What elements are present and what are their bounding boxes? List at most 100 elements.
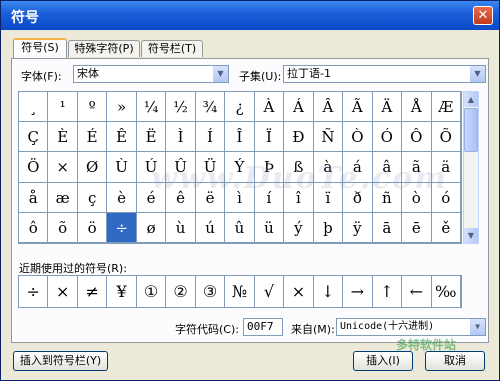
symbol-cell[interactable]: ï xyxy=(313,182,344,213)
recent-symbol-cell[interactable]: ③ xyxy=(196,276,226,307)
symbol-cell[interactable]: Ê xyxy=(107,122,137,153)
symbol-cell[interactable]: Æ xyxy=(431,92,461,123)
symbol-cell[interactable]: Ô xyxy=(402,122,432,153)
font-select[interactable]: 宋体 ▼ xyxy=(73,65,229,83)
symbol-cell[interactable]: » xyxy=(107,92,137,123)
symbol-cell[interactable]: Ë xyxy=(136,122,167,153)
recent-symbol-cell[interactable]: ‰ xyxy=(432,276,461,307)
symbol-cell-selected[interactable]: ÷ xyxy=(107,212,137,243)
symbol-cell[interactable]: ē xyxy=(402,212,432,243)
symbol-cell[interactable]: Ò xyxy=(343,122,373,153)
symbol-cell[interactable]: Í xyxy=(195,122,226,153)
recent-symbol-cell[interactable]: ② xyxy=(166,276,196,307)
chevron-down-icon[interactable]: ▼ xyxy=(470,319,485,335)
symbol-cell[interactable]: Ù xyxy=(107,152,137,183)
grid-scrollbar[interactable]: ▲ ▼ xyxy=(463,91,479,244)
symbol-cell[interactable]: Ð xyxy=(284,122,314,153)
symbol-cell[interactable]: Ü xyxy=(195,152,226,183)
symbol-cell[interactable]: ê xyxy=(166,182,196,213)
symbol-cell[interactable]: ½ xyxy=(166,92,196,123)
symbol-cell[interactable]: ë xyxy=(195,182,226,213)
symbol-cell[interactable]: È xyxy=(48,122,78,153)
recent-symbol-cell[interactable]: ≠ xyxy=(78,276,108,307)
symbol-cell[interactable]: ð xyxy=(343,182,373,213)
symbol-cell[interactable]: û xyxy=(225,212,255,243)
symbol-cell[interactable]: ö xyxy=(77,212,108,243)
symbol-cell[interactable]: â xyxy=(372,152,403,183)
symbol-cell[interactable]: ã xyxy=(402,152,432,183)
recent-symbol-cell[interactable]: ← xyxy=(402,276,432,307)
recent-symbol-cell[interactable]: ÷ xyxy=(19,276,49,307)
symbol-cell[interactable]: î xyxy=(284,182,314,213)
symbol-cell[interactable]: ô xyxy=(19,212,49,243)
symbol-cell[interactable]: ě xyxy=(431,212,461,243)
symbol-cell[interactable]: Ú xyxy=(136,152,167,183)
recent-symbol-cell[interactable]: ↓ xyxy=(314,276,344,307)
symbol-cell[interactable]: ¹ xyxy=(48,92,78,123)
symbol-cell[interactable]: Â xyxy=(313,92,344,123)
symbol-cell[interactable]: Ñ xyxy=(313,122,344,153)
symbol-cell[interactable]: æ xyxy=(48,182,78,213)
symbol-cell[interactable]: í xyxy=(254,182,285,213)
recent-symbol-cell[interactable]: № xyxy=(225,276,255,307)
symbol-cell[interactable]: À xyxy=(254,92,285,123)
tab-symbol-bar[interactable]: 符号栏(T) xyxy=(141,40,203,57)
symbol-cell[interactable]: Þ xyxy=(254,152,285,183)
symbol-cell[interactable]: Ø xyxy=(77,152,108,183)
scroll-down-icon[interactable]: ▼ xyxy=(464,228,478,243)
chevron-down-icon[interactable]: ▼ xyxy=(470,66,485,82)
recent-symbol-cell[interactable]: × xyxy=(48,276,78,307)
tab-symbols[interactable]: 符号(S) xyxy=(13,38,67,58)
symbol-cell[interactable]: ā xyxy=(372,212,403,243)
symbol-cell[interactable]: Ï xyxy=(254,122,285,153)
symbol-cell[interactable]: ä xyxy=(431,152,461,183)
symbol-cell[interactable]: Ç xyxy=(19,122,49,153)
symbol-cell[interactable]: å xyxy=(19,182,49,213)
symbol-cell[interactable]: ¾ xyxy=(195,92,226,123)
symbol-cell[interactable]: ò xyxy=(402,182,432,213)
recent-symbol-cell[interactable]: ① xyxy=(137,276,167,307)
scroll-up-icon[interactable]: ▲ xyxy=(464,92,478,107)
symbol-cell[interactable]: ¸ xyxy=(19,92,49,123)
recent-symbol-cell[interactable]: √ xyxy=(255,276,285,307)
title-bar[interactable]: 符号 ✕ xyxy=(1,1,499,30)
symbol-cell[interactable]: Ì xyxy=(166,122,196,153)
symbol-cell[interactable]: ó xyxy=(431,182,461,213)
symbol-cell[interactable]: × xyxy=(48,152,78,183)
symbol-cell[interactable]: ø xyxy=(136,212,167,243)
symbol-cell[interactable]: ß xyxy=(284,152,314,183)
scroll-thumb[interactable] xyxy=(464,108,478,152)
from-select[interactable]: Unicode(十六进制) ▼ xyxy=(336,318,486,336)
symbol-cell[interactable]: º xyxy=(77,92,108,123)
insert-button[interactable]: 插入(I) xyxy=(353,351,413,371)
symbol-cell[interactable]: ü xyxy=(254,212,285,243)
symbol-cell[interactable]: Ý xyxy=(225,152,255,183)
symbol-cell[interactable]: è xyxy=(107,182,137,213)
symbol-cell[interactable]: Á xyxy=(284,92,314,123)
symbol-cell[interactable]: à xyxy=(313,152,344,183)
symbol-cell[interactable]: ú xyxy=(195,212,226,243)
recent-symbol-cell[interactable]: ¥ xyxy=(107,276,137,307)
symbol-cell[interactable]: ý xyxy=(284,212,314,243)
subset-select[interactable]: 拉丁语-1 ▼ xyxy=(283,65,486,83)
symbol-cell[interactable]: é xyxy=(136,182,167,213)
symbol-cell[interactable]: Ó xyxy=(372,122,403,153)
char-code-input[interactable]: 00F7 xyxy=(243,318,283,336)
symbol-cell[interactable]: Û xyxy=(166,152,196,183)
symbol-cell[interactable]: Õ xyxy=(431,122,461,153)
symbol-cell[interactable]: Ä xyxy=(372,92,403,123)
chevron-down-icon[interactable]: ▼ xyxy=(213,66,228,82)
symbol-cell[interactable]: ì xyxy=(225,182,255,213)
symbol-cell[interactable]: É xyxy=(77,122,108,153)
symbol-cell[interactable]: ñ xyxy=(372,182,403,213)
close-button[interactable]: ✕ xyxy=(473,6,493,25)
recent-symbol-cell[interactable]: ↑ xyxy=(373,276,403,307)
symbol-cell[interactable]: þ xyxy=(313,212,344,243)
recent-symbol-cell[interactable]: × xyxy=(284,276,314,307)
symbol-cell[interactable]: á xyxy=(343,152,373,183)
symbol-cell[interactable]: Å xyxy=(402,92,432,123)
tab-special-characters[interactable]: 特殊字符(P) xyxy=(68,40,140,57)
cancel-button[interactable]: 取消 xyxy=(425,351,485,371)
symbol-cell[interactable]: Ã xyxy=(343,92,373,123)
symbol-cell[interactable]: ¿ xyxy=(225,92,255,123)
